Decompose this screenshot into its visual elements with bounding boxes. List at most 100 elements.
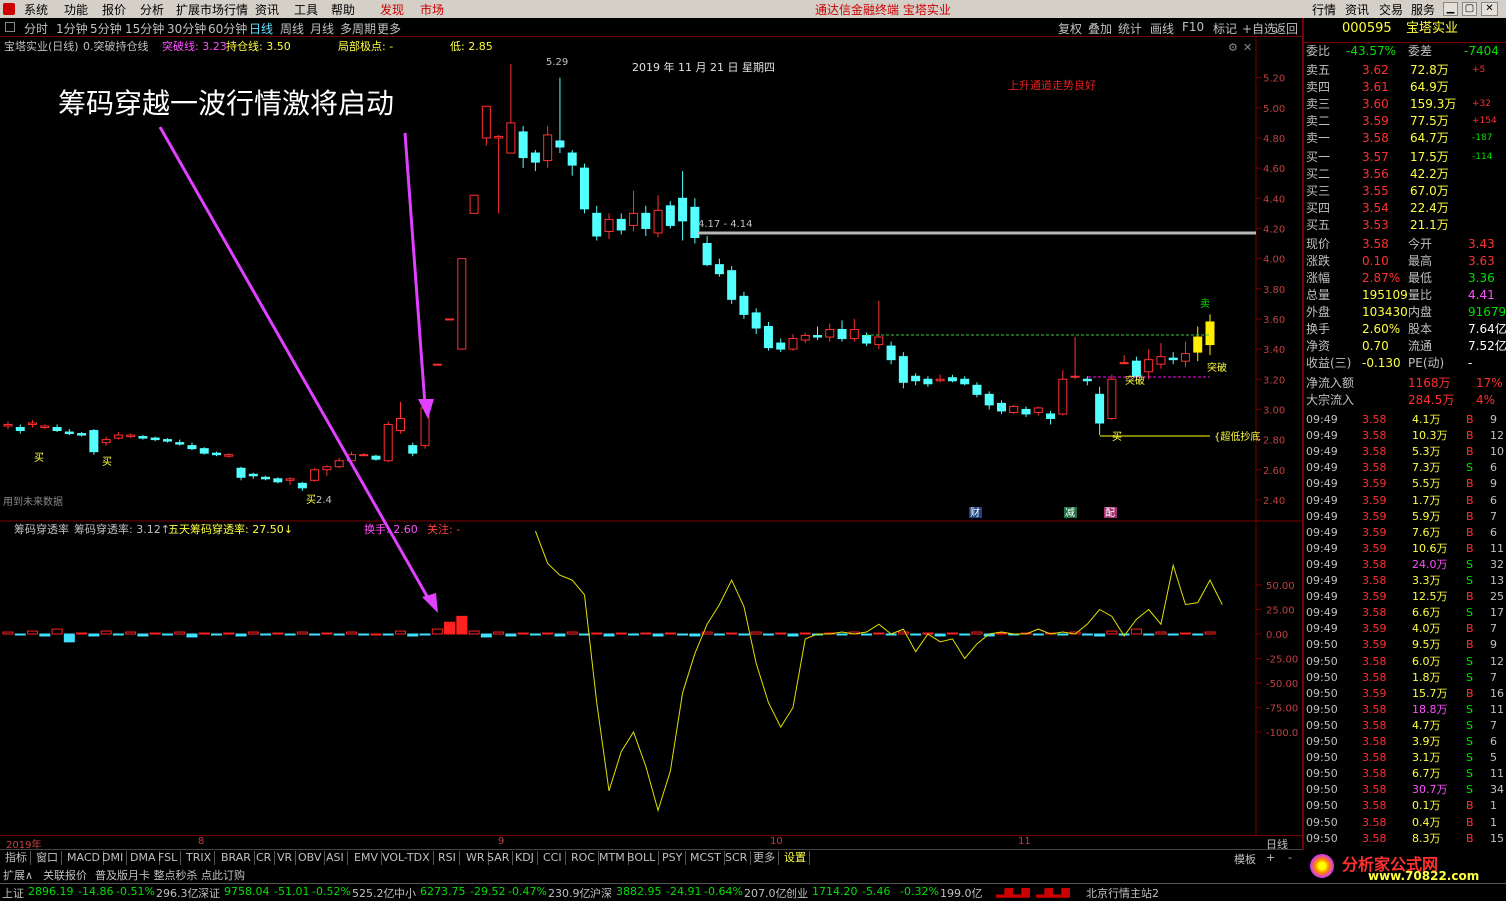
menu-item[interactable]: 帮助: [331, 1, 355, 18]
period-tab[interactable]: 月线: [310, 20, 334, 37]
menu-item[interactable]: 功能: [64, 1, 88, 18]
indicator-tab[interactable]: ASI: [323, 851, 348, 865]
settings-gear-icon[interactable]: ⚙: [1228, 41, 1238, 54]
right-menu-item[interactable]: 交易: [1379, 1, 1403, 18]
indicator-tab[interactable]: MCST: [687, 851, 725, 865]
template-button[interactable]: 模板: [1234, 851, 1256, 867]
indicator-tab[interactable]: CCI: [540, 851, 566, 865]
chart-tool[interactable]: +自选: [1242, 20, 1276, 37]
indicator-tab[interactable]: 指标: [2, 851, 31, 865]
period-tab[interactable]: 周线: [280, 20, 304, 37]
period-tab[interactable]: 15分钟: [125, 20, 164, 37]
maximize-icon[interactable]: ▢: [1462, 2, 1477, 16]
indicator-tab[interactable]: RSI: [435, 851, 460, 865]
tick-row[interactable]: 09:50 3.58 1.8万 S 7: [1304, 670, 1506, 686]
right-menu-item[interactable]: 服务: [1411, 1, 1435, 18]
tick-row[interactable]: 09:49 3.59 5.9万 B 7: [1304, 509, 1506, 525]
tick-row[interactable]: 09:49 3.58 5.3万 B 10: [1304, 444, 1506, 460]
chart-tool[interactable]: 统计: [1118, 20, 1142, 37]
indicator-tab[interactable]: SAR: [484, 851, 514, 865]
indicator-tab[interactable]: PSY: [659, 851, 687, 865]
tick-row[interactable]: 09:50 3.58 8.3万 B 15: [1304, 831, 1506, 847]
indicator-tab[interactable]: BOLL: [624, 851, 660, 865]
right-menu-item[interactable]: 行情: [1312, 1, 1336, 18]
chart-tool[interactable]: 叠加: [1088, 20, 1112, 37]
asks-row[interactable]: 卖三 3.60 159.3万 +32: [1304, 96, 1506, 113]
indicator-tab[interactable]: VR: [274, 851, 297, 865]
indicator-tab[interactable]: 窗口: [33, 851, 62, 865]
kline-chart[interactable]: 宝塔实业(日线) 0.突破持仓线 突破线: 3.23 持仓线: 3.50 局部极…: [0, 37, 1302, 835]
menu-item[interactable]: 系统: [24, 1, 48, 18]
tick-row[interactable]: 09:50 3.59 9.5万 B 9: [1304, 637, 1506, 653]
tick-row[interactable]: 09:50 3.58 0.1万 B 1: [1304, 798, 1506, 814]
bids-row[interactable]: 买四 3.54 22.4万: [1304, 200, 1506, 217]
indicator-tab[interactable]: 更多: [750, 851, 779, 865]
menu-item[interactable]: 分析: [140, 1, 164, 18]
indicator-tab[interactable]: DMI: [99, 851, 128, 865]
indicator-tab[interactable]: MACD: [64, 851, 104, 865]
tick-row[interactable]: 09:50 3.58 30.7万 S 34: [1304, 782, 1506, 798]
indicator-tab[interactable]: ROC: [568, 851, 599, 865]
right-menu-item[interactable]: 资讯: [1345, 1, 1369, 18]
period-tab-more[interactable]: 更多: [377, 20, 401, 37]
close-icon[interactable]: ✕: [1481, 2, 1498, 16]
period-tab-active[interactable]: 日线: [249, 20, 273, 37]
chart-tool[interactable]: 复权: [1058, 20, 1082, 37]
tick-row[interactable]: 09:49 3.59 1.7万 B 6: [1304, 493, 1506, 509]
menu-item[interactable]: 报价: [102, 1, 126, 18]
indicator-tab[interactable]: 设置: [781, 851, 810, 865]
tick-row[interactable]: 09:50 3.58 6.7万 S 11: [1304, 766, 1506, 782]
indicator-tab[interactable]: FSL: [155, 851, 182, 865]
menu-item[interactable]: 资讯: [255, 1, 279, 18]
zoom-out-button[interactable]: -: [1288, 851, 1292, 864]
indicator-tab[interactable]: TRIX: [183, 851, 216, 865]
period-tab[interactable]: 30分钟: [167, 20, 206, 37]
tick-row[interactable]: 09:49 3.58 3.3万 S 13: [1304, 573, 1506, 589]
menu-item-market[interactable]: 市场: [420, 1, 444, 18]
bids-row[interactable]: 买一 3.57 17.5万 -114: [1304, 149, 1506, 166]
bids-row[interactable]: 买二 3.56 42.2万: [1304, 166, 1506, 183]
tick-row[interactable]: 09:50 3.58 3.1万 S 5: [1304, 750, 1506, 766]
close-pane-icon[interactable]: ✕: [1243, 41, 1252, 54]
expand-button[interactable]: 扩展∧: [3, 867, 33, 883]
tick-row[interactable]: 09:49 3.59 7.6万 B 6: [1304, 525, 1506, 541]
tick-row[interactable]: 09:50 3.58 4.7万 S 7: [1304, 718, 1506, 734]
tick-row[interactable]: 09:49 3.59 12.5万 B 25: [1304, 589, 1506, 605]
period-tab[interactable]: 1分钟: [56, 20, 88, 37]
tick-row[interactable]: 09:49 3.58 7.3万 S 6: [1304, 460, 1506, 476]
collapse-icon[interactable]: [5, 22, 15, 32]
asks-row[interactable]: 卖四 3.61 64.9万: [1304, 79, 1506, 96]
menu-item[interactable]: 工具: [294, 1, 318, 18]
chart-tool[interactable]: 返回: [1274, 20, 1298, 37]
bids-row[interactable]: 买三 3.55 67.0万: [1304, 183, 1506, 200]
indicator-tab[interactable]: EMV: [351, 851, 382, 865]
asks-row[interactable]: 卖五 3.62 72.8万 +5: [1304, 62, 1506, 79]
related-quote-button[interactable]: 关联报价: [43, 867, 87, 883]
period-tab[interactable]: 多周期: [340, 20, 376, 37]
tick-row[interactable]: 09:50 3.58 3.9万 S 6: [1304, 734, 1506, 750]
period-tab[interactable]: 5分钟: [90, 20, 122, 37]
minimize-icon[interactable]: ▁: [1443, 2, 1458, 16]
tick-row[interactable]: 09:49 3.58 24.0万 S 32: [1304, 557, 1506, 573]
indicator-tab[interactable]: KDJ: [512, 851, 538, 865]
period-tab[interactable]: 60分钟: [208, 20, 247, 37]
menu-item-discover[interactable]: 发现: [380, 1, 404, 18]
asks-row[interactable]: 卖二 3.59 77.5万 +154: [1304, 113, 1506, 130]
promo-link[interactable]: 普及版月卡 整点秒杀 点此订购: [95, 867, 245, 883]
asks-row[interactable]: 卖一 3.58 64.7万 -187: [1304, 130, 1506, 147]
chart-tool[interactable]: F10: [1182, 20, 1204, 34]
chart-tool[interactable]: 画线: [1150, 20, 1174, 37]
chart-tool[interactable]: 标记: [1213, 20, 1237, 37]
tick-row[interactable]: 09:50 3.58 18.8万 S 11: [1304, 702, 1506, 718]
tick-row[interactable]: 09:50 3.58 6.0万 S 12: [1304, 654, 1506, 670]
tick-row[interactable]: 09:49 3.59 10.6万 B 11: [1304, 541, 1506, 557]
zoom-in-button[interactable]: +: [1266, 851, 1275, 864]
tick-row[interactable]: 09:49 3.58 10.3万 B 12: [1304, 428, 1506, 444]
indicator-tab[interactable]: CR: [253, 851, 276, 865]
tick-row[interactable]: 09:50 3.59 15.7万 B 16: [1304, 686, 1506, 702]
menu-item[interactable]: 扩展市场行情: [176, 1, 248, 18]
tick-row[interactable]: 09:49 3.58 4.1万 B 9: [1304, 412, 1506, 428]
tick-row[interactable]: 09:49 3.58 6.6万 S 17: [1304, 605, 1506, 621]
indicator-tab[interactable]: OBV: [295, 851, 326, 865]
period-tab[interactable]: 分时: [24, 20, 48, 37]
